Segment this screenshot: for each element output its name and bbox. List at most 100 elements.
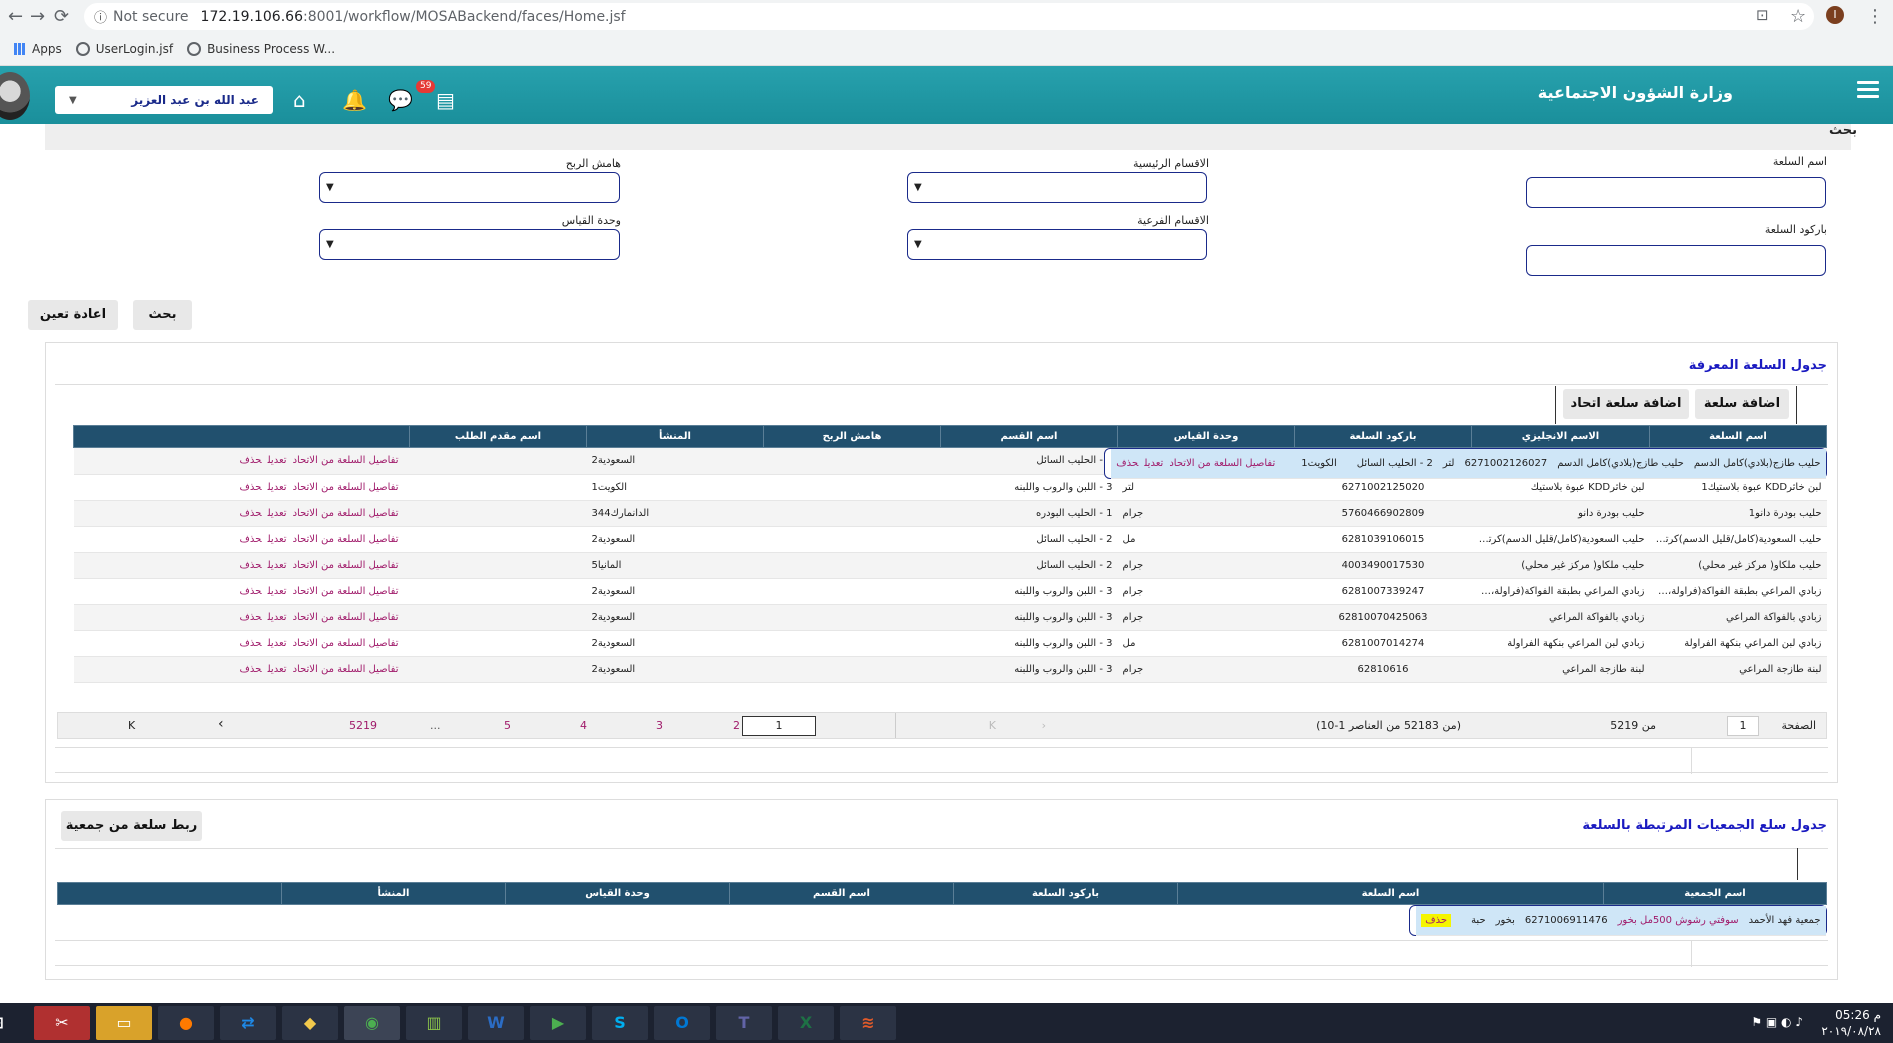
details-link[interactable]: تفاصيل السلعة من الاتحاد [293, 586, 399, 597]
page-2[interactable]: 2 [733, 719, 740, 732]
page-5[interactable]: 5 [504, 719, 511, 732]
bookmark-userlogin[interactable]: UserLogin.jsf [75, 42, 173, 56]
main-category-select[interactable]: ▼ [907, 172, 1207, 203]
col-header[interactable]: وحدة القياس [1117, 425, 1295, 448]
delete-link[interactable]: حذف [240, 612, 262, 623]
app-chart-icon[interactable]: ▥ [406, 1006, 462, 1040]
first-page-button[interactable]: K [989, 719, 996, 732]
app-excel-icon[interactable]: X [778, 1006, 834, 1040]
col-header[interactable]: اسم السلعة [1649, 425, 1827, 448]
table-row[interactable]: زبادي لبن المراعي بنكهة الفراولة زبادي لب… [73, 630, 1827, 657]
name-input[interactable] [1526, 177, 1826, 208]
edit-link[interactable]: تعديل [268, 455, 287, 466]
details-link[interactable]: تفاصيل السلعة من الاتحاد [293, 482, 399, 493]
app-skype-icon[interactable]: S [592, 1006, 648, 1040]
table-row[interactable]: حليب ملكاو( مركز غير محلي) حليب ملكاو( مر… [73, 552, 1827, 579]
col-header[interactable]: اسم الجمعية [1603, 882, 1827, 905]
col-header[interactable]: هامش الربح [763, 425, 941, 448]
delete-link[interactable]: حذف [240, 586, 262, 597]
address-bar[interactable]: ⓘ Not secure 172.19.106.66 :8001/workflo… [84, 3, 1814, 30]
details-link[interactable]: تفاصيل السلعة من الاتحاد [1169, 458, 1275, 469]
app-firefox-icon[interactable]: ● [158, 1006, 214, 1040]
col-header[interactable]: المنشأ [586, 425, 764, 448]
delete-link[interactable]: حذف [240, 560, 262, 571]
details-link[interactable]: تفاصيل السلعة من الاتحاد [293, 638, 399, 649]
edit-link[interactable]: تعديل [268, 638, 287, 649]
translate-icon[interactable]: ⊡ [1756, 6, 1769, 24]
table-row[interactable]: حليب طازج(بلادي)كامل الدسم حليب طازج(بلاد… [1104, 448, 1827, 479]
edit-link[interactable]: تعديل [268, 508, 287, 519]
edit-link[interactable]: تعديل [268, 664, 287, 675]
app-teams-icon[interactable]: T [716, 1006, 772, 1040]
col-header[interactable]: وحدة القياس [505, 882, 730, 905]
table-row[interactable]: زبادي المراعي بطبقة الفواكة(فراولة،مشمش،… [73, 578, 1827, 605]
forward-icon[interactable]: → [30, 6, 45, 27]
menu-dots-icon[interactable]: ⋮ [1866, 6, 1884, 27]
details-link[interactable]: تفاصيل السلعة من الاتحاد [293, 534, 399, 545]
bookmark-bpw[interactable]: Business Process W... [187, 42, 335, 56]
link-good-button[interactable]: ربط سلعة من جمعية [61, 811, 202, 841]
delete-link[interactable]: حذف [240, 455, 262, 466]
col-header[interactable]: اسم القسم [729, 882, 954, 905]
reset-button[interactable]: اعادة تعين [28, 300, 118, 330]
col-header[interactable]: الاسم الانجليزي [1471, 425, 1650, 448]
page-3[interactable]: 3 [656, 719, 663, 732]
search-button[interactable]: بحث [133, 300, 192, 330]
edit-link[interactable]: تعديل [268, 560, 287, 571]
delete-link[interactable]: حذف [240, 508, 262, 519]
prev-page-button[interactable]: ‹ [218, 716, 224, 732]
star-icon[interactable]: ☆ [1790, 6, 1806, 27]
app-media-icon[interactable]: ▶ [530, 1006, 586, 1040]
details-link[interactable]: تفاصيل السلعة من الاتحاد [293, 612, 399, 623]
clock[interactable]: 05:26 م ٢٠١٩/٠٨/٢٨ [1821, 1007, 1881, 1039]
add-union-good-button[interactable]: اضافة سلعة اتحاد [1563, 389, 1689, 419]
delete-link[interactable]: حذف [1421, 914, 1452, 927]
app-explorer-icon[interactable]: ▭ [96, 1006, 152, 1040]
app-teamviewer-icon[interactable]: ⇄ [220, 1006, 276, 1040]
app-word-icon[interactable]: W [468, 1006, 524, 1040]
avatar[interactable] [0, 72, 30, 120]
table-row[interactable]: لبنة طازجة المراعي لبنة طازجة المراعي 6281… [73, 656, 1827, 683]
bookmark-apps[interactable]: Apps [14, 42, 62, 56]
chat-icon[interactable]: 💬 [388, 88, 413, 112]
home-icon[interactable]: ⌂ [293, 88, 306, 112]
table-row[interactable]: جمعية فهد الأحمد سوفتي رشوش 500مل بخور 627… [1409, 905, 1827, 936]
reload-icon[interactable]: ⟳ [54, 6, 69, 27]
details-link[interactable]: تفاصيل السلعة من الاتحاد [293, 664, 399, 675]
page-last-number[interactable]: 5219 [349, 719, 377, 732]
edit-link[interactable]: تعديل [1144, 458, 1163, 469]
hamburger-icon[interactable] [1857, 81, 1879, 99]
add-good-button[interactable]: اضافة سلعة [1695, 389, 1789, 419]
app-chrome-icon[interactable]: ◉ [344, 1006, 400, 1040]
delete-link[interactable]: حذف [240, 664, 262, 675]
details-link[interactable]: تفاصيل السلعة من الاتحاد [293, 560, 399, 571]
table-row[interactable]: زبادي بالفواكة المراعي زبادي بالفواكة الم… [73, 604, 1827, 631]
delete-link[interactable]: حذف [240, 534, 262, 545]
app-other-icon[interactable]: ≋ [840, 1006, 896, 1040]
next-page-button[interactable]: › [1042, 719, 1046, 732]
edit-link[interactable]: تعديل [268, 482, 287, 493]
edit-link[interactable]: تعديل [268, 534, 287, 545]
delete-link[interactable]: حذف [240, 638, 262, 649]
last-page-button[interactable]: K [128, 719, 135, 732]
tray-icons[interactable]: ⚑ ▣ ◐ ♪ [1751, 1015, 1803, 1029]
document-icon[interactable]: ▤ [436, 88, 455, 112]
app-snipping-icon[interactable]: ✂ [34, 1006, 90, 1040]
col-header[interactable]: اسم السلعة [1177, 882, 1604, 905]
sub-category-select[interactable]: ▼ [907, 229, 1207, 260]
col-header[interactable]: باركود السلعة [1294, 425, 1472, 448]
delete-link[interactable]: حذف [1116, 458, 1138, 469]
app-outlook-icon[interactable]: O [654, 1006, 710, 1040]
table-row[interactable]: حليب السعودية(كامل/قليل الدسم)كرتونة حليب… [73, 526, 1827, 553]
details-link[interactable]: تفاصيل السلعة من الاتحاد [293, 455, 399, 466]
back-icon[interactable]: ← [8, 6, 23, 27]
edit-link[interactable]: تعديل [268, 612, 287, 623]
details-link[interactable]: تفاصيل السلعة من الاتحاد [293, 508, 399, 519]
profile-avatar[interactable]: I [1826, 6, 1844, 24]
table-row[interactable]: حليب بودرة دانو1 حليب بودرة دانو 576046690… [73, 500, 1827, 527]
delete-link[interactable]: حذف [240, 482, 262, 493]
col-header[interactable]: اسم مقدم الطلب [409, 425, 587, 448]
col-header[interactable]: باركود السلعة [953, 882, 1178, 905]
info-icon[interactable]: ⓘ [94, 7, 107, 26]
edit-link[interactable]: تعديل [268, 586, 287, 597]
